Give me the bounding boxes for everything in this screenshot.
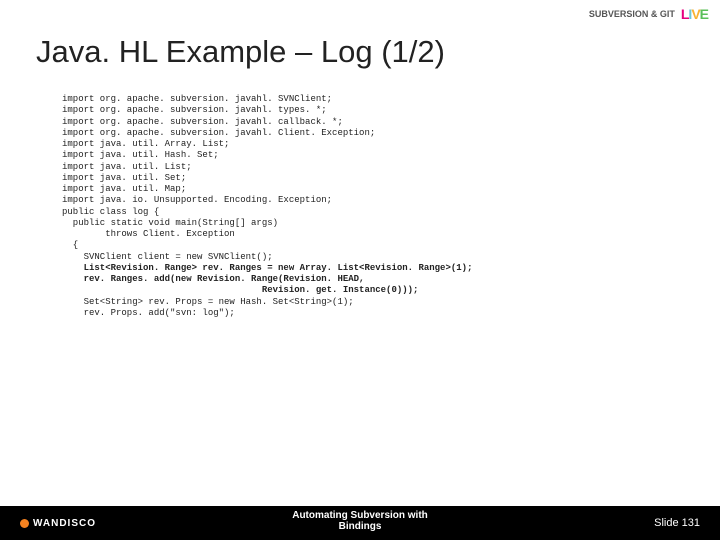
brand-dot-icon	[20, 519, 29, 528]
footer-slide-number: Slide 131	[654, 517, 700, 529]
code-line: public class log {	[62, 207, 472, 218]
code-line: Set<String> rev. Props = new Hash. Set<S…	[62, 297, 472, 308]
header-logo-text: SUBVERSION & GIT	[589, 9, 675, 19]
live-e: E	[700, 6, 708, 22]
code-line: import java. util. Set;	[62, 173, 472, 184]
code-line: rev. Ranges. add(new Revision. Range(Rev…	[62, 274, 472, 285]
code-line: import java. util. Hash. Set;	[62, 150, 472, 161]
code-line: import java. util. List;	[62, 162, 472, 173]
live-v: V	[691, 6, 699, 22]
code-line: import java. util. Array. List;	[62, 139, 472, 150]
live-badge: LIVE	[681, 6, 708, 22]
code-line: throws Client. Exception	[62, 229, 472, 240]
code-line: import org. apache. subversion. javahl. …	[62, 117, 472, 128]
code-line: List<Revision. Range> rev. Ranges = new …	[62, 263, 472, 274]
footer-bar: WANDISCO Automating Subversion with Bind…	[0, 506, 720, 540]
code-line: import java. io. Unsupported. Encoding. …	[62, 195, 472, 206]
footer-center-line2: Bindings	[292, 521, 428, 532]
code-line: import java. util. Map;	[62, 184, 472, 195]
code-line: import org. apache. subversion. javahl. …	[62, 128, 472, 139]
footer-center-line1: Automating Subversion with	[292, 510, 428, 521]
footer-brand: WANDISCO	[20, 518, 96, 529]
footer-center: Automating Subversion with Bindings	[292, 510, 428, 532]
code-line: import org. apache. subversion. javahl. …	[62, 94, 472, 105]
code-block: import org. apache. subversion. javahl. …	[62, 94, 472, 319]
page-title: Java. HL Example – Log (1/2)	[36, 34, 445, 70]
code-line: public static void main(String[] args)	[62, 218, 472, 229]
footer-brand-text: WANDISCO	[33, 518, 96, 529]
code-line: import org. apache. subversion. javahl. …	[62, 105, 472, 116]
code-line: SVNClient client = new SVNClient();	[62, 252, 472, 263]
code-line: Revision. get. Instance(0)));	[62, 285, 472, 296]
code-line: {	[62, 240, 472, 251]
header-logo: SUBVERSION & GIT LIVE	[589, 6, 708, 22]
code-line: rev. Props. add("svn: log");	[62, 308, 472, 319]
